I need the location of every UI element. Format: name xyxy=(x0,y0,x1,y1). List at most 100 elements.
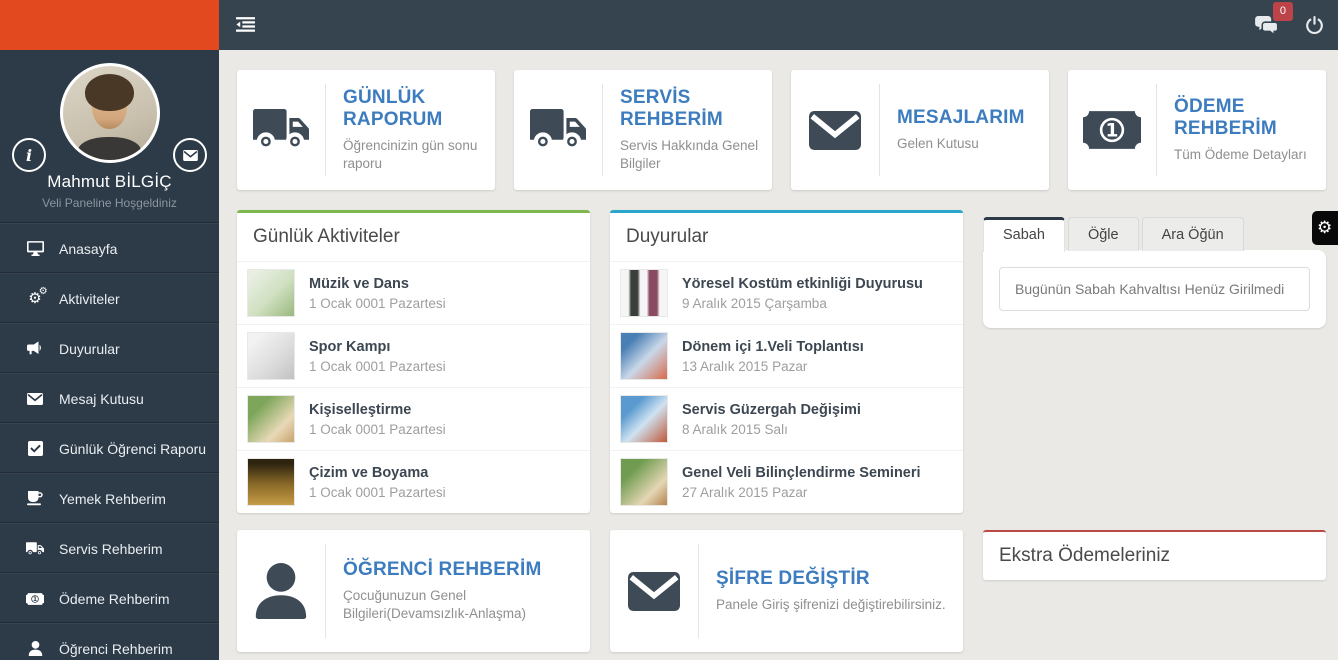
gear-icon: ⚙ xyxy=(1317,218,1333,238)
info-icon: i xyxy=(25,145,33,165)
sidebar-item-label: Anasayfa xyxy=(59,240,118,257)
card-title: ÖĞRENCİ REHBERİM xyxy=(343,558,542,580)
announcement-item[interactable]: Servis Güzergah Değişimi 8 Aralık 2015 S… xyxy=(610,387,963,450)
sidebar-item-label: Yemek Rehberim xyxy=(59,490,166,507)
banknote-icon xyxy=(24,593,46,605)
user-icon xyxy=(24,641,46,656)
activity-thumbnail xyxy=(247,395,295,443)
announcement-item[interactable]: Yöresel Kostüm etkinliği Duyurusu 9 Aral… xyxy=(610,261,963,324)
profile-section: i Mahmut BİLGİÇ Veli Paneline Hoşgeldini… xyxy=(0,50,219,220)
card-sifre-degistir[interactable]: ŞİFRE DEĞİŞTİR Panele Giriş şifrenizi de… xyxy=(610,530,963,652)
card-title: SERVİS REHBERİM xyxy=(620,86,723,130)
sidebar-item-label: Servis Rehberim xyxy=(59,540,163,557)
announcements-panel: Duyurular Yöresel Kostüm etkinliği Duyur… xyxy=(610,210,963,513)
tab-sabah[interactable]: Sabah xyxy=(983,217,1065,252)
meal-tabs: Sabah Öğle Ara Öğün xyxy=(983,217,1326,252)
power-icon xyxy=(1305,16,1324,35)
sidebar-item-mesaj-kutusu[interactable]: Mesaj Kutusu xyxy=(0,373,219,423)
settings-button[interactable]: ⚙ xyxy=(1312,211,1338,245)
truck-icon xyxy=(514,70,602,190)
top-navbar: 0 xyxy=(219,0,1338,50)
logout-button[interactable] xyxy=(1305,16,1324,35)
card-subtitle: Servis Hakkında Genel Bilgiler xyxy=(620,137,759,171)
card-servis-rehberim[interactable]: SERVİS REHBERİM Servis Hakkında Genel Bi… xyxy=(514,70,772,190)
message-button[interactable] xyxy=(173,138,207,172)
activities-list: Müzik ve Dans 1 Ocak 0001 Pazartesi Spor… xyxy=(237,261,590,513)
card-subtitle: Öğrencinizin gün sonu raporu xyxy=(343,137,478,171)
tab-ara-ogun[interactable]: Ara Öğün xyxy=(1141,217,1244,251)
sidebar-item-label: Aktiviteler xyxy=(59,290,120,307)
message-count-badge: 0 xyxy=(1272,2,1293,22)
announcement-thumbnail xyxy=(620,269,668,317)
extra-payments-panel: Ekstra Ödemeleriniz xyxy=(983,530,1326,580)
sidebar-toggle-button[interactable] xyxy=(236,14,258,34)
activity-item[interactable]: Çizim ve Boyama 1 Ocak 0001 Pazartesi xyxy=(237,450,590,513)
desktop-icon xyxy=(24,241,46,256)
bottom-row: ÖĞRENCİ REHBERİM Çocuğunuzun Genel Bilgi… xyxy=(237,530,1326,652)
card-subtitle: Çocuğunuzun Genel Bilgileri(Devamsızlık-… xyxy=(343,587,527,621)
sidebar-item-servis-rehberim[interactable]: Servis Rehberim xyxy=(0,523,219,573)
activity-item[interactable]: Kişiselleştirme 1 Ocak 0001 Pazartesi xyxy=(237,387,590,450)
profile-name: Mahmut BİLGİÇ xyxy=(47,172,172,191)
sidebar-item-anasayfa[interactable]: Anasayfa xyxy=(0,223,219,273)
announcement-thumbnail xyxy=(620,395,668,443)
sidebar-item-ogrenci-rehberim[interactable]: Öğrenci Rehberim xyxy=(0,623,219,660)
activities-panel: Günlük Aktiviteler Müzik ve Dans 1 Ocak … xyxy=(237,210,590,513)
activity-thumbnail xyxy=(247,458,295,506)
check-square-icon xyxy=(24,441,46,456)
user-icon xyxy=(237,530,325,652)
navbar-actions: 0 xyxy=(1255,0,1324,50)
announcement-thumbnail xyxy=(620,332,668,380)
card-subtitle: Tüm Ödeme Detayları xyxy=(1174,146,1307,162)
megaphone-icon xyxy=(24,341,46,356)
sidebar-item-label: Öğrenci Rehberim xyxy=(59,640,173,657)
messages-nav-button[interactable]: 0 xyxy=(1255,2,1293,40)
sidebar: i Mahmut BİLGİÇ Veli Paneline Hoşgeldini… xyxy=(0,0,219,660)
meals-widget: Sabah Öğle Ara Öğün Bugünün Sabah Kahval… xyxy=(983,217,1326,328)
sidebar-item-gunluk-ogrenci-raporu[interactable]: Günlük Öğrenci Raporu xyxy=(0,423,219,473)
envelope-icon xyxy=(24,393,46,405)
brand-logo-block xyxy=(0,0,219,50)
card-title: GÜNLÜK RAPORUM xyxy=(343,86,443,130)
avatar xyxy=(59,63,160,163)
announcement-item[interactable]: Genel Veli Bilinçlendirme Semineri 27 Ar… xyxy=(610,450,963,513)
activity-item[interactable]: Spor Kampı 1 Ocak 0001 Pazartesi xyxy=(237,324,590,387)
card-title: ŞİFRE DEĞİŞTİR xyxy=(716,567,870,589)
sidebar-item-label: Günlük Öğrenci Raporu xyxy=(59,440,207,457)
extra-payments-title: Ekstra Ödemeleriniz xyxy=(999,545,1171,566)
card-subtitle: Gelen Kutusu xyxy=(897,135,979,151)
card-title: ÖDEME REHBERİM xyxy=(1174,95,1277,139)
announcements-title: Duyurular xyxy=(626,226,709,247)
sidebar-item-duyurular[interactable]: Duyurular xyxy=(0,323,219,373)
tab-ogle[interactable]: Öğle xyxy=(1067,217,1139,251)
profile-welcome-text: Veli Paneline Hoşgeldiniz xyxy=(42,196,177,210)
activities-title: Günlük Aktiviteler xyxy=(253,226,400,247)
activity-item[interactable]: Müzik ve Dans 1 Ocak 0001 Pazartesi xyxy=(237,261,590,324)
card-mesajlarim[interactable]: MESAJLARIM Gelen Kutusu xyxy=(791,70,1049,190)
middle-row: Günlük Aktiviteler Müzik ve Dans 1 Ocak … xyxy=(237,210,1326,513)
announcements-list: Yöresel Kostüm etkinliği Duyurusu 9 Aral… xyxy=(610,261,963,513)
cup-icon xyxy=(24,491,46,506)
announcement-item[interactable]: Dönem içi 1.Veli Toplantısı 13 Aralık 20… xyxy=(610,324,963,387)
card-ogrenci-rehberim[interactable]: ÖĞRENCİ REHBERİM Çocuğunuzun Genel Bilgi… xyxy=(237,530,590,652)
sidebar-item-odeme-rehberim[interactable]: Ödeme Rehberim xyxy=(0,573,219,623)
sidebar-item-yemek-rehberim[interactable]: Yemek Rehberim xyxy=(0,473,219,523)
truck-icon xyxy=(237,70,325,190)
activity-thumbnail xyxy=(247,332,295,380)
card-title: MESAJLARIM xyxy=(897,106,1025,128)
activity-thumbnail xyxy=(247,269,295,317)
banknote-icon xyxy=(1068,70,1156,190)
sidebar-item-aktiviteler[interactable]: ⚙ ⚙ Aktiviteler xyxy=(0,273,219,323)
announcement-thumbnail xyxy=(620,458,668,506)
card-subtitle: Panele Giriş şifrenizi değiştirebilirsin… xyxy=(716,596,946,612)
card-odeme-rehberim[interactable]: ÖDEME REHBERİM Tüm Ödeme Detayları xyxy=(1068,70,1326,190)
sidebar-item-label: Duyurular xyxy=(59,340,120,357)
sidebar-item-label: Mesaj Kutusu xyxy=(59,390,144,407)
sidebar-menu: Anasayfa ⚙ ⚙ Aktiviteler Duyurular Mesaj … xyxy=(0,223,219,660)
info-button[interactable]: i xyxy=(12,138,46,172)
meals-empty-message: Bugünün Sabah Kahvaltısı Henüz Girilmedi xyxy=(999,267,1310,311)
truck-icon xyxy=(24,542,46,556)
shortcut-cards-row: GÜNLÜK RAPORUM Öğrencinizin gün sonu rap… xyxy=(237,70,1326,190)
card-gunluk-raporum[interactable]: GÜNLÜK RAPORUM Öğrencinizin gün sonu rap… xyxy=(237,70,495,190)
envelope-icon xyxy=(791,70,879,190)
